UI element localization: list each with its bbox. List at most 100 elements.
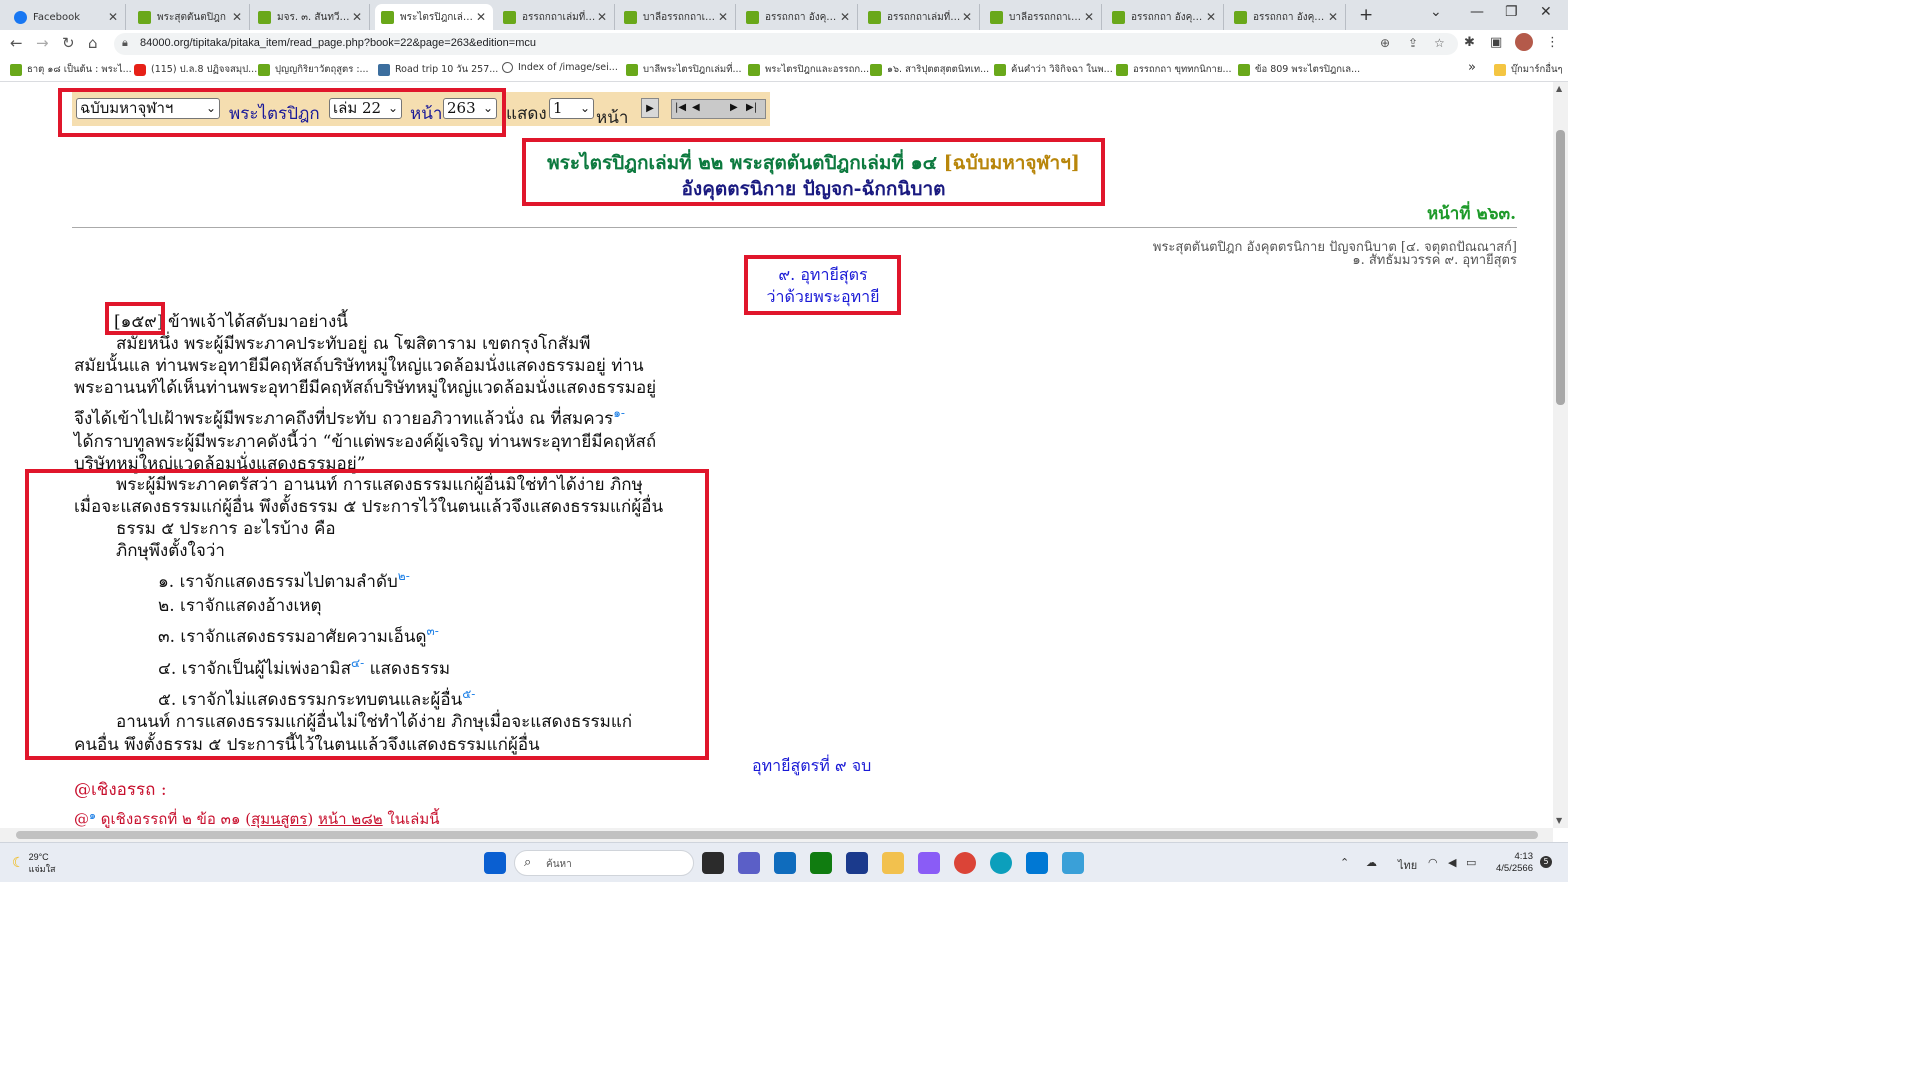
weather-widget[interactable]: ☾ 29°C แจ่มใส (12, 851, 55, 875)
tab-9[interactable]: บาลีอรรถกถาเล่มที่ ✕ (984, 4, 1102, 30)
tab-3[interactable]: มจร. ๓. สันทวีโมกข ✕ (252, 4, 370, 30)
copilot-icon[interactable] (918, 852, 940, 874)
bookmark-label: ข้อ 809 พระไตรปิฎกเล... (1255, 64, 1361, 75)
bookmark-star-icon[interactable]: ☆ (1434, 36, 1445, 50)
close-window-button[interactable]: ✕ (1540, 4, 1552, 20)
tab-2[interactable]: พระสุตตันตปิฎก ✕ (132, 4, 250, 30)
tab-facebook[interactable]: Facebook ✕ (8, 4, 126, 30)
side-panel-icon[interactable]: ▣ (1490, 35, 1502, 50)
close-icon[interactable]: ✕ (596, 10, 608, 24)
close-icon[interactable]: ✕ (107, 10, 119, 24)
scrollbar-thumb[interactable] (1556, 130, 1565, 405)
home-icon[interactable]: ⌂ (88, 34, 98, 52)
restore-button[interactable]: ❐ (1505, 4, 1518, 20)
start-icon[interactable] (484, 852, 506, 874)
profile-avatar[interactable] (1515, 33, 1533, 51)
bookmark-item[interactable]: อรรถกถา ขุททกนิกาย... (1116, 62, 1232, 77)
scrollbar-thumb[interactable] (16, 831, 1538, 839)
app-icon[interactable] (1062, 852, 1084, 874)
scroll-up-icon[interactable]: ▲ (1556, 84, 1562, 93)
language-indicator[interactable]: ไทย (1398, 856, 1417, 874)
prev-page-icon[interactable]: ◀ (692, 102, 700, 113)
tab-10[interactable]: อรรถกถา อังคุตตร ✕ (1106, 4, 1224, 30)
bookmark-item[interactable]: ค้นคำว่า วิจิกิจฉา ในพ... (994, 62, 1113, 77)
bookmark-item[interactable]: ๑๖. สาริปุตตสุตตนิทเท... (870, 62, 989, 77)
close-icon[interactable]: ✕ (231, 10, 243, 24)
site-icon (1234, 10, 1247, 24)
highlight-box (58, 88, 506, 137)
tab-5[interactable]: อรรถกถาเล่มที่ ๓๖ ✕ (497, 4, 615, 30)
first-page-icon[interactable]: |◀ (675, 102, 686, 113)
mail-icon[interactable] (774, 852, 796, 874)
taskbar-search[interactable]: ⌕ ค้นหา (514, 850, 694, 876)
chat-icon[interactable] (738, 852, 760, 874)
file-explorer-icon[interactable] (882, 852, 904, 874)
vertical-scrollbar[interactable]: ▲ ▼ (1553, 82, 1568, 828)
close-icon[interactable]: ✕ (1083, 10, 1095, 24)
tab-11[interactable]: อรรถกถา อังคุตตร ✕ (1228, 4, 1346, 30)
bookmark-item[interactable]: ข้อ 809 พระไตรปิฎกเล... (1238, 62, 1360, 77)
chrome-icon[interactable] (954, 852, 976, 874)
bookmark-item[interactable]: Index of /image/sei... (502, 62, 618, 73)
footnote-ref[interactable]: ๑- (613, 406, 625, 420)
bookmark-item[interactable]: Road trip 10 วัน 257... (378, 62, 498, 77)
horizontal-scrollbar[interactable] (0, 828, 1553, 842)
bookmark-item[interactable]: บาลีพระไตรปิฎกเล่มที่... (626, 62, 742, 77)
tab-active[interactable]: พระไตรปิฎกเล่มที่ ๒ ✕ (375, 4, 493, 30)
other-bookmarks-folder[interactable]: บุ๊กมาร์กอื่นๆ (1494, 62, 1563, 77)
volume-icon[interactable]: ◀ (1448, 856, 1456, 869)
bookmark-item[interactable]: ปุญญกิริยาวัตถุสูตร :... (258, 62, 369, 77)
chevron-up-icon[interactable]: ⌃ (1340, 856, 1349, 869)
notes-app-icon[interactable] (846, 852, 868, 874)
menu-kebab-icon[interactable]: ⋮ (1546, 35, 1559, 50)
divider (72, 227, 1517, 228)
time: 4:13 (1514, 851, 1533, 862)
bookmarks-overflow-button[interactable]: » (1468, 60, 1476, 75)
clock[interactable]: 4:13 4/5/2566 (1496, 851, 1533, 875)
show-count-select[interactable]: 1 ⌄ (549, 98, 594, 119)
reload-icon[interactable]: ↻ (62, 34, 75, 52)
bookmark-item[interactable]: (115) ป.ล.8 ปฏิจจสมุป... (134, 62, 257, 77)
tab-7[interactable]: อรรถกถา อังคุตตร ✕ (740, 4, 858, 30)
notification-badge[interactable]: 5 (1540, 856, 1552, 868)
app-icon[interactable] (1026, 852, 1048, 874)
tab-search-icon[interactable]: ⌄ (1430, 4, 1442, 20)
minimize-button[interactable]: — (1470, 4, 1484, 20)
bookmark-label: Road trip 10 วัน 257... (395, 64, 499, 75)
go-button[interactable]: ▶ (641, 98, 659, 118)
close-icon[interactable]: ✕ (717, 10, 729, 24)
cloud-icon[interactable]: ☁ (1366, 856, 1377, 869)
last-page-icon[interactable]: ▶| (746, 102, 757, 113)
new-tab-button[interactable]: + (1359, 5, 1373, 25)
temperature: 29°C (28, 852, 49, 862)
url-text[interactable]: 84000.org/tipitaka/pitaka_item/read_page… (140, 37, 536, 49)
tab-6[interactable]: บาลีอรรถกถาเล่มที่ ✕ (618, 4, 736, 30)
bookmark-item[interactable]: พระไตรปิฎกและอรรถก... (748, 62, 869, 77)
scroll-down-icon[interactable]: ▼ (1556, 816, 1562, 825)
wifi-icon[interactable]: ◠ (1428, 856, 1438, 869)
close-icon[interactable]: ✕ (1205, 10, 1217, 24)
close-icon[interactable]: ✕ (839, 10, 851, 24)
xbox-icon[interactable] (810, 852, 832, 874)
close-icon[interactable]: ✕ (351, 10, 363, 24)
extensions-icon[interactable]: ✱ (1464, 35, 1475, 50)
close-icon[interactable]: ✕ (961, 10, 973, 24)
battery-icon[interactable]: ▭ (1466, 856, 1476, 869)
bookmark-label: บุ๊กมาร์กอื่นๆ (1511, 64, 1563, 75)
footnote-page-link[interactable]: หน้า ๒๘๒ (318, 810, 383, 828)
zoom-icon[interactable]: ⊕ (1380, 36, 1390, 50)
forward-arrow-icon[interactable]: → (36, 34, 49, 52)
share-icon[interactable]: ⇪ (1408, 36, 1418, 50)
text-segment: ) (307, 810, 318, 828)
close-icon[interactable]: ✕ (1327, 10, 1339, 24)
lock-icon[interactable]: 🔒︎ (122, 36, 128, 50)
tab-8[interactable]: อรรถกถาเล่มที่ ๓๖ ✕ (862, 4, 980, 30)
back-arrow-icon[interactable]: ← (10, 34, 23, 52)
bookmark-item[interactable]: ธาตุ ๑๘ เป็นต้น : พระไ... (10, 62, 132, 77)
footnote-link[interactable]: สุมนสูตร (251, 810, 307, 828)
next-page-icon[interactable]: ▶ (730, 102, 738, 113)
address-bar[interactable]: 🔒︎ 84000.org/tipitaka/pitaka_item/read_p… (114, 33, 1458, 55)
edge-icon[interactable] (990, 852, 1012, 874)
task-view-icon[interactable] (702, 852, 724, 874)
close-icon[interactable]: ✕ (475, 10, 487, 24)
